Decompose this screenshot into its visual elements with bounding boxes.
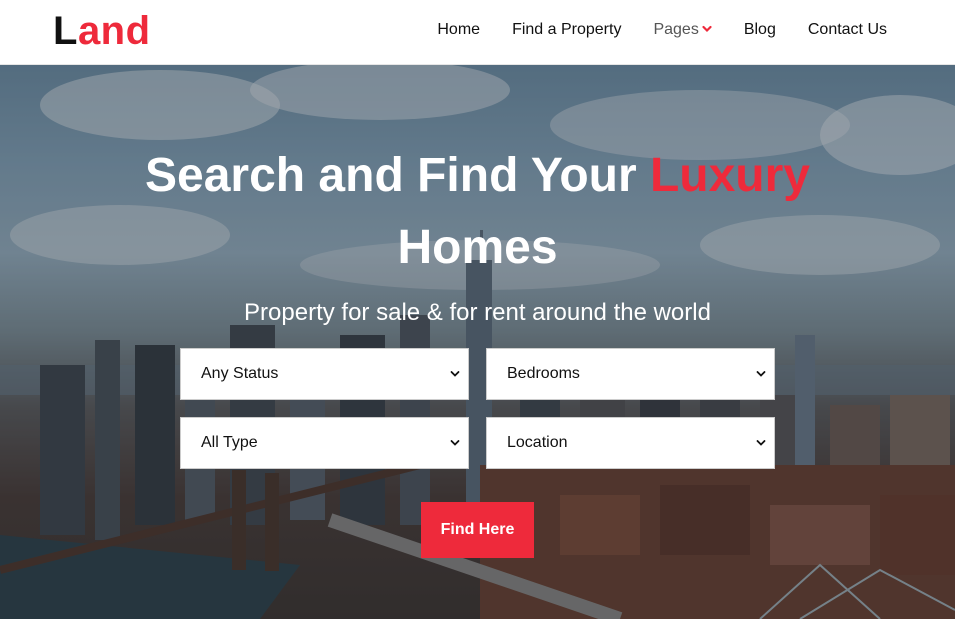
bedrooms-select[interactable]: Bedrooms xyxy=(486,348,775,400)
nav-pages-dropdown[interactable]: Pages xyxy=(653,19,712,41)
site-logo[interactable]: Land xyxy=(53,8,151,54)
nav-find-property[interactable]: Find a Property xyxy=(512,19,621,41)
hero-section: Search and Find Your Luxury Homes Proper… xyxy=(0,65,955,619)
headline-accent: Luxury xyxy=(649,149,810,202)
headline-part2: Homes xyxy=(397,221,558,274)
chevron-down-icon xyxy=(450,371,460,377)
chevron-down-icon xyxy=(756,371,766,377)
find-here-button[interactable]: Find Here xyxy=(421,502,534,558)
status-select[interactable]: Any Status xyxy=(180,348,469,400)
type-select-value: All Type xyxy=(201,434,258,451)
nav-contact[interactable]: Contact Us xyxy=(808,19,887,41)
main-nav: Home Find a Property Pages Blog Contact … xyxy=(405,19,887,41)
hero-headline: Search and Find Your Luxury Homes xyxy=(0,140,955,284)
type-select[interactable]: All Type xyxy=(180,417,469,469)
chevron-down-icon xyxy=(702,25,712,33)
bedrooms-select-value: Bedrooms xyxy=(507,365,580,382)
nav-home[interactable]: Home xyxy=(437,19,480,41)
logo-letter: L xyxy=(53,9,78,53)
hero-subheadline: Property for sale & for rent around the … xyxy=(244,299,711,326)
status-select-value: Any Status xyxy=(201,365,279,382)
nav-pages-label: Pages xyxy=(653,21,699,38)
location-select[interactable]: Location xyxy=(486,417,775,469)
chevron-down-icon xyxy=(450,440,460,446)
logo-text: and xyxy=(77,9,151,53)
chevron-down-icon xyxy=(756,440,766,446)
location-select-value: Location xyxy=(507,434,568,451)
top-navbar: Land Home Find a Property Pages Blog Con… xyxy=(0,0,955,65)
nav-blog[interactable]: Blog xyxy=(744,19,776,41)
headline-part1: Search and Find Your xyxy=(144,149,650,202)
